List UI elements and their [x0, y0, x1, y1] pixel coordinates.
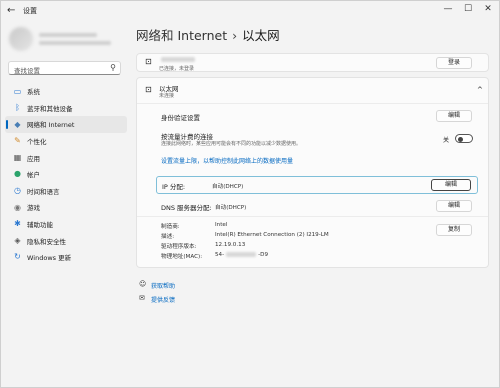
- help-person-icon: ☺: [139, 280, 147, 288]
- sidebar-item-windows-update[interactable]: ↻ Windows 更新: [5, 249, 127, 266]
- sidebar-item-time-language[interactable]: ◷ 时间和语言: [5, 183, 127, 200]
- search-input[interactable]: 查找设置 ⚲: [8, 61, 121, 75]
- network-name-blurred: [161, 57, 195, 62]
- mac-suffix: -D9: [258, 252, 269, 258]
- data-limit-link[interactable]: 设置流量上限，以帮助控制此网络上的数据使用量: [161, 156, 293, 165]
- user-email-blurred: [39, 41, 111, 45]
- sidebar-item-label: 个性化: [27, 138, 47, 147]
- dns-assignment-value: 自动(DHCP): [215, 205, 247, 211]
- auth-edit-button[interactable]: 编辑: [436, 110, 472, 122]
- ip-edit-button[interactable]: 编辑: [431, 179, 471, 191]
- avatar: [9, 27, 33, 51]
- sidebar-item-privacy[interactable]: ◈ 隐私和安全性: [5, 232, 127, 249]
- ethernet-icon: ⊡: [145, 85, 152, 94]
- feedback-icon: ✉: [139, 294, 145, 302]
- sidebar-item-label: 系统: [27, 88, 40, 97]
- sidebar-item-network[interactable]: ◆ 网络和 Internet: [5, 116, 127, 133]
- back-arrow-icon[interactable]: ←: [7, 5, 15, 16]
- dns-edit-button[interactable]: 编辑: [436, 200, 472, 212]
- sidebar-item-bluetooth[interactable]: ᛒ 蓝牙和其他设备: [5, 100, 127, 117]
- description-value: Intel(R) Ethernet Connection (2) I219-LM: [215, 232, 329, 238]
- mac-blurred: [226, 252, 257, 257]
- accessibility-icon: ✱: [14, 219, 21, 229]
- sidebar-item-label: 蓝牙和其他设备: [27, 104, 73, 113]
- ip-assignment-label: IP 分配:: [162, 183, 186, 191]
- network-icon: ⊡: [145, 57, 152, 66]
- sidebar-item-label: 辅助功能: [27, 221, 53, 230]
- driver-version-key: 驱动程序版本:: [161, 244, 197, 250]
- dns-assignment-label: DNS 服务器分配:: [161, 204, 212, 212]
- gamepad-icon: ◉: [14, 202, 21, 212]
- metered-connection-desc: 连接此网络时，某些应用可能会有不同的功能以减少数据使用。: [161, 141, 302, 147]
- mac-prefix: 54-: [215, 252, 225, 258]
- sidebar-item-system[interactable]: ▭ 系统: [5, 83, 127, 100]
- search-icon: ⚲: [110, 63, 116, 72]
- sidebar-item-gaming[interactable]: ◉ 游戏: [5, 199, 127, 216]
- user-name-blurred: [39, 33, 97, 37]
- connection-status-card: ⊡ 已连接，未登录 登录: [136, 53, 489, 72]
- divider: [137, 103, 488, 104]
- chevron-right-icon: ›: [232, 28, 238, 43]
- feedback-link[interactable]: ✉ 提供反馈: [139, 294, 176, 304]
- manufacturer-value: Intel: [215, 222, 228, 228]
- metered-toggle[interactable]: [455, 134, 473, 143]
- maximize-button[interactable]: ☐: [461, 4, 475, 14]
- brush-icon: ✎: [14, 136, 21, 146]
- search-placeholder: 查找设置: [14, 67, 40, 75]
- description-key: 描述:: [161, 234, 175, 240]
- ethernet-subtitle: 未连接: [159, 93, 175, 99]
- ip-assignment-row: IP 分配: 自动(DHCP) 编辑: [156, 176, 478, 194]
- manufacturer-key: 制造商:: [161, 224, 180, 230]
- sidebar-item-accounts[interactable]: ● 帐户: [5, 166, 127, 183]
- mac-address-value: 54- -D9: [215, 252, 268, 258]
- wifi-icon: ◆: [14, 119, 21, 129]
- ip-assignment-value: 自动(DHCP): [212, 184, 244, 190]
- sign-in-button[interactable]: 登录: [436, 57, 472, 69]
- sidebar-item-label: 帐户: [27, 171, 40, 180]
- driver-version-value: 12.19.0.13: [215, 242, 246, 248]
- get-help-link[interactable]: ☺ 获取帮助: [139, 280, 176, 290]
- bluetooth-icon: ᛒ: [15, 103, 20, 113]
- divider: [137, 216, 488, 217]
- close-button[interactable]: ✕: [481, 4, 495, 14]
- get-help-label: 获取帮助: [151, 283, 176, 290]
- sidebar-nav: ▭ 系统 ᛒ 蓝牙和其他设备 ◆ 网络和 Internet ✎ 个性化 ▦ 应用…: [5, 83, 127, 266]
- settings-window: ← 设置 — ☐ ✕ 查找设置 ⚲ ▭ 系统 ᛒ 蓝牙和其他设备 ◆ 网络和 I…: [0, 0, 500, 388]
- feedback-label: 提供反馈: [151, 297, 176, 304]
- ethernet-card: ⊡ 以太网 未连接 ^ 身份验证设置 编辑 按流量计费的连接 连接此网络时，某些…: [136, 77, 489, 268]
- minimize-button[interactable]: —: [441, 4, 455, 14]
- sidebar-item-personalization[interactable]: ✎ 个性化: [5, 133, 127, 150]
- toggle-state-label: 关: [443, 137, 450, 144]
- app-title: 设置: [23, 7, 37, 15]
- auth-settings-label: 身份验证设置: [161, 114, 200, 122]
- sidebar-item-label: 网络和 Internet: [27, 121, 75, 130]
- globe-clock-icon: ◷: [14, 186, 21, 196]
- user-profile[interactable]: [9, 27, 129, 51]
- account-icon: ●: [14, 169, 21, 179]
- chevron-up-icon[interactable]: ^: [477, 86, 483, 94]
- sidebar-item-label: 时间和语言: [27, 187, 60, 196]
- sidebar-item-apps[interactable]: ▦ 应用: [5, 149, 127, 166]
- sidebar-item-accessibility[interactable]: ✱ 辅助功能: [5, 216, 127, 233]
- mac-address-key: 物理地址(MAC):: [161, 254, 203, 260]
- monitor-icon: ▭: [13, 86, 22, 96]
- update-icon: ↻: [14, 252, 21, 262]
- breadcrumb-parent[interactable]: 网络和 Internet: [136, 28, 227, 43]
- apps-icon: ▦: [13, 152, 22, 162]
- sidebar-item-label: 隐私和安全性: [27, 237, 66, 246]
- shield-icon: ◈: [14, 235, 21, 245]
- sidebar-item-label: 游戏: [27, 204, 40, 213]
- page-title: 以太网: [242, 28, 280, 43]
- sidebar-item-label: Windows 更新: [27, 254, 72, 263]
- connection-status-text: 已连接，未登录: [159, 66, 195, 72]
- sidebar-item-label: 应用: [27, 154, 40, 163]
- title-bar: ← 设置 — ☐ ✕: [1, 1, 500, 23]
- copy-button[interactable]: 复制: [436, 224, 472, 236]
- breadcrumb: 网络和 Internet › 以太网: [136, 25, 280, 44]
